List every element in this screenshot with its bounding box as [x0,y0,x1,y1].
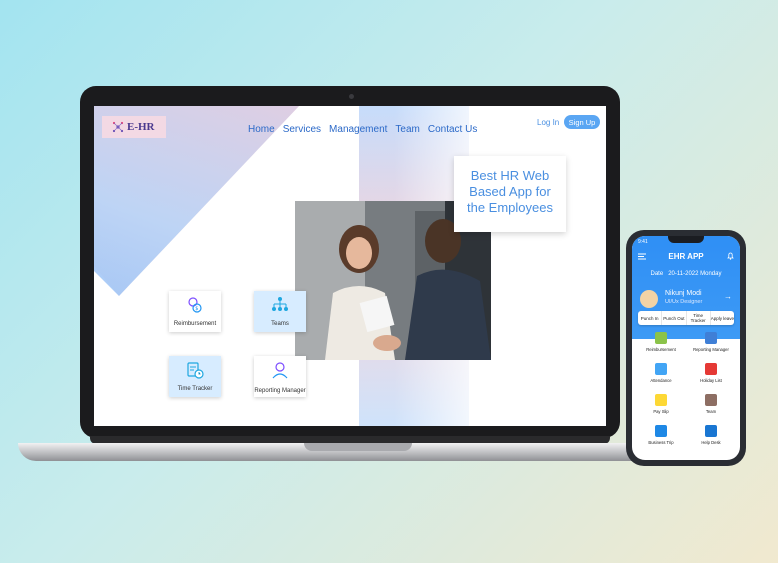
nav-services[interactable]: Services [283,124,321,135]
tile-label: Time Tracker [177,386,213,392]
avatar[interactable] [640,290,658,308]
main-nav: Home Services Management Team Contact Us [248,124,477,135]
user-role: UI/Ux Designer [665,299,703,305]
tile-reporting-manager[interactable]: Reporting Manager [254,356,306,397]
org-chart-icon [272,297,288,311]
phone-screen: 9:41 EHR APP Date 20-11-2022 Monday Niku… [632,236,740,460]
quick-actions: Punch In Punch Out Time Tracker Apply le… [638,311,734,325]
laptop-lip [304,443,412,451]
grid-item-label: Business Trip [648,440,674,445]
nav-team[interactable]: Team [395,124,419,135]
manager-icon [705,332,717,344]
nav-home[interactable]: Home [248,124,275,135]
tile-time-tracker[interactable]: Time Tracker [169,356,221,397]
apply-leave-button[interactable]: Apply leave [711,311,734,325]
tile-label: Reimbursement [173,321,217,327]
grid-item-pay-slip[interactable]: Pay Slip [636,394,686,422]
grid-item-label: Reporting Manager [693,347,729,352]
phone-app-title: EHR APP [668,252,704,261]
background-frame: E-HR Home Services Management Team Conta… [0,0,778,563]
laptop-screen: E-HR Home Services Management Team Conta… [94,106,606,426]
grid-item-reimbursement[interactable]: Reimbursement [636,332,686,360]
punch-in-button[interactable]: Punch In [638,311,663,325]
phone-notch [668,236,704,243]
hero-line-2: Based App for [469,184,551,199]
network-icon [112,121,124,133]
reimbursement-icon [655,332,667,344]
hero-line-1: Best HR Web [470,168,550,183]
tile-reimbursement[interactable]: $ Reimbursement [169,291,221,332]
money-bag-icon: $ [188,297,202,313]
grid-item-label: Holiday List [700,378,722,383]
arrow-right-icon[interactable]: → [724,292,732,301]
grid-item-label: Team [705,409,717,414]
payslip-icon [655,394,667,406]
business-trip-icon [655,425,667,437]
login-link[interactable]: Log In [537,118,559,127]
grid-item-label: Help Desk [701,440,721,445]
time-tracker-button[interactable]: Time Tracker [687,311,711,325]
grid-item-label: Pay Slip [653,409,669,414]
tile-teams[interactable]: Teams [254,291,306,332]
svg-text:$: $ [195,306,198,312]
calendar-icon [705,363,717,375]
user-name: Nikunj Modi [665,290,702,297]
hero-headline: Best HR Web Based App for the Employees [454,168,566,216]
hero-line-3: the Employees [467,200,553,215]
grid-item-reporting-manager[interactable]: Reporting Manager [686,332,736,360]
grid-item-label: Attendance [650,378,672,383]
grid-item-business-trip[interactable]: Business Trip [636,425,686,453]
tile-label: Teams [271,321,289,327]
status-time: 9:41 [638,239,648,245]
grid-item-label: Reimbursement [646,347,676,352]
bell-icon[interactable] [727,252,734,260]
punch-out-button[interactable]: Punch Out [662,311,687,325]
phone-date-line: Date 20-11-2022 Monday [632,271,740,277]
headset-icon [705,425,717,437]
nav-management[interactable]: Management [329,124,387,135]
laptop-camera [349,94,354,99]
clipboard-clock-icon [187,362,204,379]
tile-label: Reporting Manager [254,388,306,394]
logo-text: E-HR [127,121,155,133]
date-value: 20-11-2022 Monday [668,271,722,277]
grid-item-team[interactable]: Team [686,394,736,422]
date-label: Date [650,271,664,277]
attendance-icon [655,363,667,375]
team-icon [705,394,717,406]
grid-item-attendance[interactable]: Attendance [636,363,686,391]
hero-card: Best HR Web Based App for the Employees [454,156,566,232]
signup-button[interactable]: Sign Up [564,115,600,129]
site-logo[interactable]: E-HR [102,116,166,138]
manager-icon [272,362,288,379]
grid-item-help-desk[interactable]: Help Desk [686,425,736,453]
grid-item-holiday-list[interactable]: Holiday List [686,363,736,391]
nav-contact-us[interactable]: Contact Us [428,124,477,135]
